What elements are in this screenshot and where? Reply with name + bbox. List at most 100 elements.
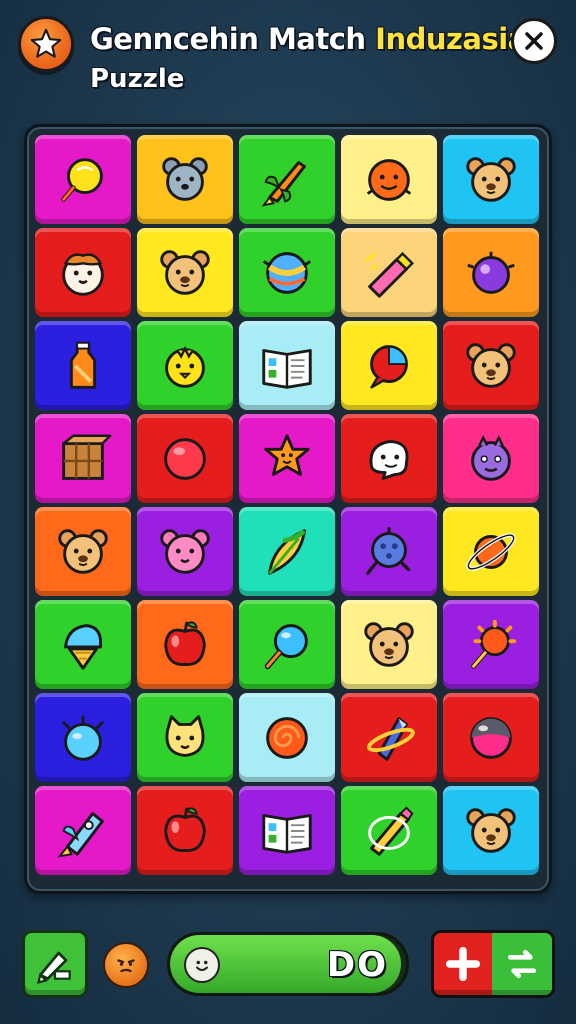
beach-ball-icon [262, 251, 312, 294]
pencil-button[interactable] [22, 930, 88, 998]
blue-bomb-icon [62, 714, 104, 761]
board-tile[interactable] [341, 228, 437, 317]
magnifier-icon [264, 623, 308, 669]
smile-face-icon [196, 960, 208, 971]
board-tile[interactable] [239, 693, 335, 782]
add-button[interactable] [434, 933, 492, 995]
board-tile[interactable] [239, 321, 335, 410]
dark-orb-icon [470, 716, 512, 759]
orange-face-icon [366, 158, 412, 201]
board-tile[interactable] [35, 786, 131, 875]
board-tile[interactable] [35, 135, 131, 224]
bear-face-icon [466, 156, 516, 202]
rocket-icon [261, 160, 306, 207]
board-tile[interactable] [443, 693, 539, 782]
star-face-icon [264, 433, 310, 476]
board-tile[interactable] [341, 321, 437, 410]
cat-face-icon [165, 714, 205, 757]
star-button[interactable] [18, 16, 74, 72]
grumpy-face-icon [117, 959, 135, 973]
character-coin[interactable] [103, 942, 149, 988]
board-tile[interactable] [341, 507, 437, 596]
shuffle-button[interactable] [492, 933, 552, 995]
apple-icon [164, 806, 206, 852]
board-tile[interactable] [443, 507, 539, 596]
board-tile[interactable] [443, 321, 539, 410]
planet-icon [466, 532, 516, 571]
sun-lollipop-icon [471, 619, 517, 669]
bear-face-icon [466, 342, 516, 388]
game-board [24, 124, 552, 894]
close-button[interactable] [511, 18, 557, 64]
board-tile[interactable] [341, 786, 437, 875]
board-tile[interactable] [443, 228, 539, 317]
crayon-icon [364, 251, 414, 298]
open-book-icon [262, 813, 312, 854]
lollipop-icon [61, 157, 103, 202]
pencil-icon [36, 951, 71, 984]
title-bar: Genncehin Match Induzasia Puzzle [0, 0, 576, 110]
title-main: Genncehin Match [90, 22, 376, 56]
board-tile[interactable] [35, 693, 131, 782]
open-book-icon [262, 348, 312, 389]
hamster-face-icon [62, 252, 104, 296]
board-tile[interactable] [341, 414, 437, 503]
level-progress-bar: DO [167, 932, 409, 996]
board-tile[interactable] [341, 600, 437, 689]
pencil-ring-icon [368, 805, 414, 856]
red-ball-icon [164, 437, 206, 480]
board-tile[interactable] [137, 228, 233, 317]
board-tile[interactable] [137, 507, 233, 596]
board-tile[interactable] [239, 786, 335, 875]
rocket-blue-icon [57, 811, 104, 858]
board-tile[interactable] [35, 228, 131, 317]
title-highlight: Induzasia [375, 22, 527, 56]
turtle-icon [365, 526, 411, 575]
ringed-crystal-icon [367, 716, 415, 761]
tile-grid [35, 135, 539, 879]
board-tile[interactable] [137, 693, 233, 782]
ghost-face-icon [369, 439, 409, 480]
swirl-ball-icon [266, 716, 308, 759]
bear-face-icon [466, 807, 516, 853]
bear-face-icon [160, 249, 210, 295]
board-tile[interactable] [137, 414, 233, 503]
star-icon [30, 28, 62, 58]
close-icon [525, 32, 543, 50]
chick-face-icon [165, 345, 205, 388]
feather-icon [268, 528, 306, 575]
mouse-face-icon [162, 156, 208, 201]
board-tile[interactable] [137, 786, 233, 875]
board-tile[interactable] [239, 600, 335, 689]
page-subtitle: Puzzle [90, 64, 185, 94]
pink-bear-icon [160, 528, 210, 574]
board-tile[interactable] [239, 507, 335, 596]
board-tile[interactable] [443, 600, 539, 689]
board-tile[interactable] [239, 135, 335, 224]
apple-icon [164, 620, 206, 666]
board-tile[interactable] [35, 321, 131, 410]
swap-arrows-icon [508, 950, 536, 978]
board-tile[interactable] [137, 135, 233, 224]
board-tile[interactable] [341, 693, 437, 782]
board-tile[interactable] [35, 507, 131, 596]
crate-icon [62, 434, 112, 480]
board-tile[interactable] [443, 414, 539, 503]
speech-ball-icon [370, 344, 408, 389]
board-tile[interactable] [443, 786, 539, 875]
board-tile[interactable] [239, 228, 335, 317]
monster-face-icon [471, 434, 511, 481]
bear-face-icon [58, 528, 108, 574]
board-tile[interactable] [137, 600, 233, 689]
board-tile[interactable] [137, 321, 233, 410]
progress-label: DO [326, 945, 388, 985]
progress-face-icon [184, 947, 220, 983]
board-tile[interactable] [443, 135, 539, 224]
board-tile[interactable] [239, 414, 335, 503]
board-tile[interactable] [35, 600, 131, 689]
juice-bottle-icon [69, 341, 97, 389]
board-tile[interactable] [341, 135, 437, 224]
bear-face-icon [364, 621, 414, 667]
page-title: Genncehin Match Induzasia [90, 22, 527, 56]
board-tile[interactable] [35, 414, 131, 503]
